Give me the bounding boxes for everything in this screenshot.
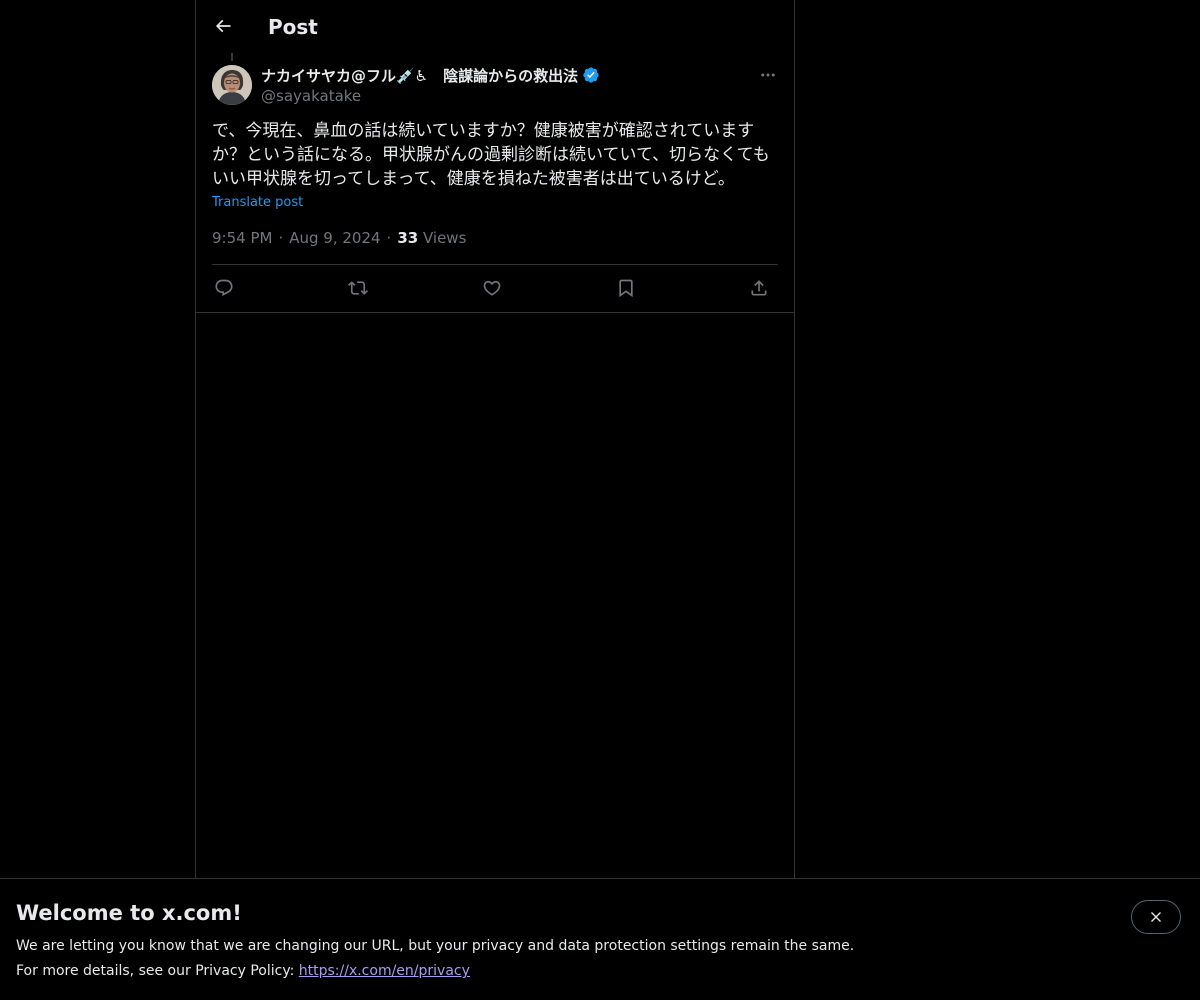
author-handle[interactable]: @sayakatake: [261, 86, 361, 106]
divider: [196, 312, 794, 313]
meta-separator: ·: [278, 229, 284, 247]
banner-title: Welcome to x.com!: [16, 901, 242, 925]
views-label: Views: [422, 229, 467, 247]
repost-button[interactable]: [346, 276, 370, 300]
banner-privacy-prefix: For more details, see our Privacy Policy…: [16, 963, 299, 979]
heart-icon: [483, 280, 501, 296]
author-display-name[interactable]: ナカイサヤカ@フル💉♿ 陰謀論からの救出法: [261, 65, 578, 86]
post-time[interactable]: 9:54 PM: [212, 229, 272, 247]
share-icon: [751, 280, 767, 296]
arrow-left-icon: [215, 19, 231, 33]
verified-badge-icon[interactable]: [582, 66, 600, 84]
translate-post-link[interactable]: Translate post: [212, 194, 303, 212]
banner-privacy-line: For more details, see our Privacy Policy…: [16, 961, 470, 981]
post-actions-bar: [212, 265, 778, 312]
post-text: で、今現在、鼻血の話は続いていますか？健康被害が確認されていますか？という話にな…: [212, 121, 770, 189]
meta-separator: ·: [386, 229, 392, 247]
more-horizontal-icon: [761, 73, 775, 77]
more-options-button[interactable]: [756, 64, 780, 86]
avatar-image: [212, 65, 252, 105]
thread-line: [231, 53, 233, 61]
page-header: Post: [196, 0, 794, 53]
post-date[interactable]: Aug 9, 2024: [289, 229, 380, 247]
banner-message: We are letting you know that we are chan…: [16, 938, 855, 954]
avatar[interactable]: [212, 65, 252, 105]
reply-button[interactable]: [212, 276, 236, 300]
post-meta: 9:54 PM · Aug 9, 2024 · 33 Views: [212, 228, 466, 248]
back-button[interactable]: [206, 9, 240, 43]
post-column: Post ナカイサヤカ@フル💉♿ 陰謀論からの救出法 @sayakatake で…: [195, 0, 795, 878]
author-name-row[interactable]: ナカイサヤカ@フル💉♿ 陰謀論からの救出法: [261, 64, 600, 86]
bookmark-button[interactable]: [614, 276, 638, 300]
share-button[interactable]: [747, 276, 771, 300]
privacy-policy-link[interactable]: https://x.com/en/privacy: [299, 963, 470, 979]
close-banner-button[interactable]: [1131, 900, 1181, 934]
views-count: 33: [397, 229, 419, 247]
bookmark-icon: [619, 279, 633, 298]
welcome-banner: Welcome to x.com! We are letting you kno…: [0, 878, 1200, 1000]
repost-icon: [348, 281, 368, 295]
close-icon: [1151, 912, 1161, 922]
like-button[interactable]: [480, 276, 504, 300]
page-title: Post: [268, 15, 318, 39]
reply-icon: [215, 279, 233, 297]
